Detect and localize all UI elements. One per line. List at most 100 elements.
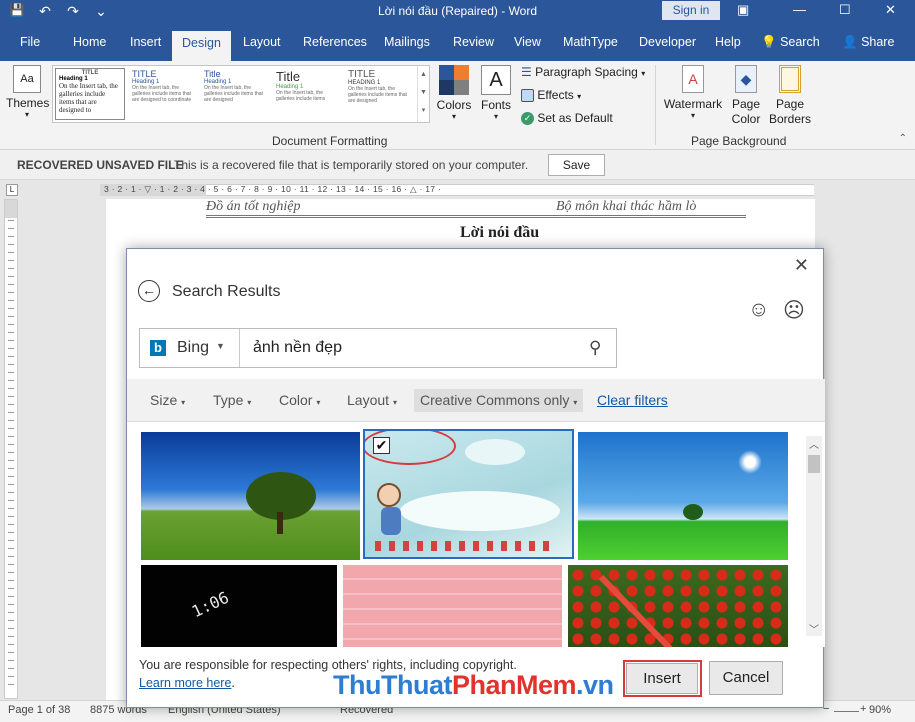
- scroll-thumb[interactable]: [808, 455, 820, 473]
- cc-filter-label: Creative Commons only: [420, 392, 570, 408]
- minimize-button[interactable]: —: [793, 2, 806, 17]
- set-as-default-button[interactable]: ✓ Set as Default: [521, 111, 613, 126]
- type-filter-label: Type: [213, 392, 244, 408]
- vruler-ticks: [8, 220, 14, 690]
- style-set-gallery[interactable]: TITLE Heading 1 On the Insert tab, the g…: [52, 65, 430, 123]
- creative-commons-filter[interactable]: Creative Commons only ▾: [414, 389, 584, 412]
- collapse-ribbon-icon[interactable]: ⌃: [899, 133, 907, 144]
- tab-references[interactable]: References: [303, 35, 367, 49]
- watermark-button[interactable]: A Watermark ▾: [662, 65, 724, 131]
- tab-design[interactable]: Design: [172, 31, 231, 61]
- tab-insert[interactable]: Insert: [130, 35, 161, 49]
- result-image-tree[interactable]: [141, 432, 360, 560]
- style-set-item[interactable]: Title Heading 1 On the Insert tab, the g…: [201, 68, 271, 120]
- chevron-down-icon: ▾: [247, 398, 252, 407]
- tab-file[interactable]: File: [20, 35, 40, 49]
- smile-feedback-icon[interactable]: ☺: [748, 298, 769, 322]
- size-filter-label: Size: [150, 392, 178, 408]
- watermark-part: Mem: [516, 670, 577, 700]
- watermark-part: .vn: [576, 670, 614, 700]
- online-pictures-dialog: ✕ ← Search Results ☺ ☹ b Bing ▼ ảnh nền …: [126, 248, 825, 708]
- ribbon-tabs: File Home Insert Design Layout Reference…: [0, 24, 915, 61]
- cancel-button[interactable]: Cancel: [709, 661, 783, 695]
- paragraph-spacing-button[interactable]: ☰ Paragraph Spacing ▾: [521, 65, 645, 79]
- insert-button[interactable]: Insert: [626, 663, 698, 694]
- color-filter[interactable]: Color ▾: [273, 389, 326, 412]
- sign-in-button[interactable]: Sign in: [662, 1, 720, 20]
- page-color-button[interactable]: ◆ Page Color: [724, 65, 768, 131]
- chevron-down-icon: ▼: [216, 341, 225, 351]
- style-set-item[interactable]: Title Heading 1 On the Insert tab, the g…: [273, 68, 343, 120]
- scroll-up-icon[interactable]: ︿: [806, 436, 822, 451]
- tab-developer[interactable]: Developer: [639, 35, 696, 49]
- results-scrollbar[interactable]: ︿ ﹀: [806, 436, 822, 636]
- tell-me-search[interactable]: 💡 Search: [761, 35, 820, 50]
- clear-filters-link[interactable]: Clear filters: [591, 389, 674, 412]
- themes-icon: Aa: [13, 65, 41, 93]
- result-image-cartoon[interactable]: ✔: [363, 429, 574, 559]
- dialog-close-icon[interactable]: ✕: [794, 255, 809, 276]
- layout-filter[interactable]: Layout ▾: [341, 389, 403, 412]
- result-image-meadow[interactable]: [578, 432, 788, 560]
- size-filter[interactable]: Size ▾: [144, 389, 191, 412]
- chevron-down-icon: ▾: [493, 112, 498, 121]
- result-image-pink[interactable]: [343, 565, 562, 647]
- small-tree-shape: [683, 504, 703, 520]
- zoom-level[interactable]: 90%: [869, 704, 891, 716]
- result-image-clock[interactable]: 1:06: [141, 565, 337, 647]
- tab-review[interactable]: Review: [453, 35, 494, 49]
- sun-icon: [738, 450, 762, 474]
- ruler-corner-icon[interactable]: L: [6, 184, 18, 196]
- search-icon[interactable]: ⚲: [589, 338, 601, 358]
- zoom-slider[interactable]: [834, 711, 859, 712]
- gallery-scroll[interactable]: ▲ ▼ ▾: [417, 66, 429, 122]
- tab-mathtype[interactable]: MathType: [563, 35, 618, 49]
- zoom-plus-icon[interactable]: +: [860, 703, 866, 715]
- fonts-icon: A: [481, 65, 511, 95]
- page-borders-label: Page Borders: [768, 97, 812, 126]
- themes-button[interactable]: Aa Themes ▾: [6, 65, 49, 127]
- maximize-button[interactable]: ☐: [839, 2, 851, 18]
- recovered-message: This is a recovered file that is tempora…: [174, 158, 529, 172]
- page-color-label: Page Color: [731, 97, 761, 126]
- effects-button[interactable]: Effects ▾: [521, 88, 582, 103]
- back-arrow-icon[interactable]: ←: [138, 280, 160, 302]
- tab-layout[interactable]: Layout: [243, 35, 281, 49]
- watermark-part: Thu: [333, 670, 381, 700]
- style-set-item[interactable]: TITLE Heading 1 On the Insert tab, the g…: [55, 68, 125, 120]
- search-input[interactable]: ảnh nền đẹp: [253, 339, 342, 357]
- frown-feedback-icon[interactable]: ☹: [783, 298, 805, 323]
- vertical-ruler[interactable]: [4, 199, 18, 699]
- horizontal-ruler[interactable]: L 3 · 2 · 1 · ▽ · 1 · 2 · 3 · 4 · 5 · 6 …: [0, 181, 915, 199]
- colors-button[interactable]: Colors ▾: [436, 65, 472, 127]
- tab-home[interactable]: Home: [73, 35, 106, 49]
- tab-help[interactable]: Help: [715, 35, 741, 49]
- style-set-item[interactable]: TITLE Heading 1 On the Insert tab, the g…: [129, 68, 199, 120]
- cloud-shape: [465, 439, 525, 465]
- page-borders-button[interactable]: Page Borders: [768, 65, 812, 131]
- share-button[interactable]: 👤 Share: [842, 35, 894, 50]
- learn-more-text[interactable]: Learn more here: [139, 676, 231, 690]
- recovered-title: RECOVERED UNSAVED FILE: [17, 158, 184, 172]
- ribbon-options-icon[interactable]: ▣: [737, 2, 749, 18]
- page-count[interactable]: Page 1 of 38: [8, 704, 70, 716]
- watermark-icon: A: [682, 65, 704, 93]
- provider-dropdown[interactable]: b Bing ▼: [140, 329, 240, 367]
- chevron-down-icon: ▾: [392, 398, 397, 407]
- save-recovered-button[interactable]: Save: [548, 154, 605, 176]
- header-left-text: Đồ án tốt nghiệp: [206, 199, 301, 214]
- chevron-down-icon: ▾: [577, 92, 582, 101]
- learn-more-link[interactable]: Learn more here.: [139, 676, 235, 690]
- close-button[interactable]: ✕: [885, 2, 896, 18]
- fonts-button[interactable]: A Fonts ▾: [478, 65, 514, 127]
- scroll-down-icon[interactable]: ﹀: [806, 621, 822, 636]
- dialog-title: Search Results: [172, 283, 281, 300]
- type-filter[interactable]: Type ▾: [207, 389, 257, 412]
- style-set-item[interactable]: TITLE HEADING 1 On the Insert tab, the g…: [345, 68, 415, 120]
- ruler-marks: 3 · 2 · 1 · ▽ · 1 · 2 · 3 · 4 · 5 · 6 · …: [104, 184, 442, 194]
- chevron-down-icon: ▾: [690, 111, 695, 120]
- clock-display: 1:06: [188, 587, 232, 622]
- tab-view[interactable]: View: [514, 35, 541, 49]
- highlight-ellipse: [365, 431, 456, 465]
- tab-mailings[interactable]: Mailings: [384, 35, 430, 49]
